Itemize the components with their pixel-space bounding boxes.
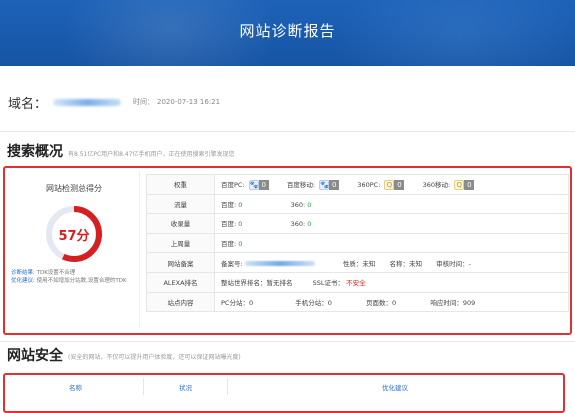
baidu-label: 百度: [221, 240, 237, 249]
baidu-mobile-label: 百度移动: [286, 180, 316, 189]
report-header: 网站诊断报告 [0, 0, 575, 66]
domain-row: 域名： 时间： 2020-07-13 16:21 [8, 92, 568, 112]
section-title-search: 搜索概况 [7, 144, 63, 160]
score-value: 57分 [58, 228, 90, 244]
diagnosis-result: 诊断结果: TDK设置不合理 [11, 269, 139, 277]
so360-label: 360: [290, 220, 306, 229]
weight-values: 百度PC: 🐾 0 百度移动: 🐾 0 360PC: Q0 360移动: Q0 [214, 174, 569, 195]
divider [0, 341, 575, 342]
so360-pc-weight: 0 [394, 179, 405, 190]
baidu-mobile-weight: 0 [329, 179, 340, 190]
page-title: 网站诊断报告 [239, 22, 336, 40]
table-row: 网站备案 备案号: 性质：未知 名称：未知 审核时间：- [146, 252, 569, 273]
score-panel: 网站检测总得分 57分 诊断结果: TDK设置不合理 优化建议: 使用不如增加分… [8, 171, 140, 329]
table-row: 权重 百度PC: 🐾 0 百度移动: 🐾 0 360PC: Q0 360移动: Q0 [146, 174, 569, 195]
traffic-values: 百度: 0 360: 0 [214, 193, 569, 215]
table-row: 收录量 百度: 0 360: 0 [146, 213, 569, 234]
table-row: 上周量 百度: 0 [146, 232, 569, 254]
so360-icon: Q [454, 179, 465, 190]
so360-indexed: 0 [307, 220, 312, 229]
baidu-pc-label: 百度PC: [221, 180, 245, 189]
icp-nature: 性质：未知 [342, 259, 376, 268]
header-name: 名称 [8, 378, 144, 395]
time-value: 2020-07-13 16:21 [157, 98, 221, 106]
baidu-pc-weight: 0 [258, 179, 269, 190]
baidu-paw-icon: 🐾 [248, 179, 259, 190]
baidu-backlink: 0 [238, 240, 243, 249]
ssl-status: 不安全 [346, 279, 366, 288]
backlink-values: 百度: 0 [214, 232, 569, 254]
metrics-table: 权重 百度PC: 🐾 0 百度移动: 🐾 0 360PC: Q0 360移动: Q0… [146, 174, 569, 313]
optimization-advice: 优化建议: 使用不如增加分站数,设置合理的TDK [11, 277, 139, 285]
page-count: 页面数：0 [366, 298, 397, 307]
so360-mobile-weight: 0 [464, 179, 475, 190]
search-overview-panel: 网站检测总得分 57分 诊断结果: TDK设置不合理 优化建议: 使用不如增加分… [3, 166, 572, 335]
table-row: ALEXA排名 整站世界排名：暂无排名 SSL证书： 不安全 [146, 271, 569, 293]
icp-values: 备案号: 性质：未知 名称：未知 审核时间：- [214, 252, 569, 273]
domain-value-redacted [53, 98, 122, 106]
header-advice: 优化建议 [382, 383, 408, 392]
security-table-header: 名称 状况 优化建议 [8, 378, 562, 395]
diagnosis-result-text: TDK设置不合理 [34, 270, 76, 276]
icp-number-redacted [244, 261, 315, 267]
indexed-values: 百度: 0 360: 0 [214, 213, 569, 234]
table-row: 流量 百度: 0 360: 0 [146, 193, 569, 215]
row-label-icp: 网站备案 [146, 252, 215, 273]
section-subtitle-search: 有8.51亿PC用户和8.47亿手机用户，正在使用搜索引擎发现您 [68, 151, 235, 158]
so360-mobile-label: 360移动: [422, 180, 451, 189]
security-panel: 名称 状况 优化建议 [3, 373, 565, 413]
baidu-indexed: 0 [238, 220, 243, 229]
ssl-label: SSL证书： [312, 279, 345, 288]
section-subtitle-security: (安全的网站，不仅可以提升用户体验度，还可以保证网站曝光度) [68, 354, 241, 361]
baidu-traffic: 0 [238, 200, 243, 209]
baidu-label: 百度: [221, 220, 237, 229]
so360-label: 360: [290, 200, 306, 209]
diagnosis-result-key: 诊断结果: [11, 270, 35, 276]
table-row: 站点内容 PC分站：0 手机分站：0 页面数：0 响应时间：909 [146, 291, 569, 313]
baidu-label: 百度: [221, 200, 237, 209]
response-time: 响应时间：909 [430, 298, 476, 307]
header-status: 状况 [144, 378, 228, 395]
time-label: 时间： [133, 98, 155, 106]
divider [0, 131, 575, 132]
section-title-security: 网站安全 [7, 348, 63, 364]
row-label-alexa: ALEXA排名 [146, 271, 215, 293]
icp-company: 名称：未知 [389, 259, 423, 268]
so360-pc-label: 360PC: [357, 180, 381, 189]
icp-number-label: 备案号: [221, 259, 243, 268]
alexa-world-rank: 整站世界排名：暂无排名 [221, 279, 293, 288]
pc-substations: PC分站：0 [221, 298, 254, 307]
row-label-content: 站点内容 [146, 291, 215, 313]
mobile-substations: 手机分站：0 [295, 298, 332, 307]
row-label-indexed: 收录量 [146, 213, 215, 234]
icp-audit-time: 审核时间：- [436, 259, 472, 268]
optimization-advice-text: 使用不如增加分站数,设置合理的TDK [34, 278, 127, 284]
diagnosis-block: 诊断结果: TDK设置不合理 优化建议: 使用不如增加分站数,设置合理的TDK [11, 269, 139, 285]
score-title: 网站检测总得分 [46, 184, 102, 193]
alexa-values: 整站世界排名：暂无排名 SSL证书： 不安全 [214, 271, 569, 293]
baidu-paw-icon: 🐾 [319, 179, 330, 190]
so360-traffic: 0 [307, 200, 312, 209]
domain-label: 域名： [8, 96, 48, 112]
row-label-traffic: 流量 [146, 193, 215, 215]
so360-icon: Q [384, 179, 395, 190]
row-label-backlink: 上周量 [146, 232, 215, 254]
row-label-weight: 权重 [146, 174, 215, 195]
optimization-advice-key: 优化建议: [11, 278, 35, 284]
content-values: PC分站：0 手机分站：0 页面数：0 响应时间：909 [214, 291, 569, 313]
